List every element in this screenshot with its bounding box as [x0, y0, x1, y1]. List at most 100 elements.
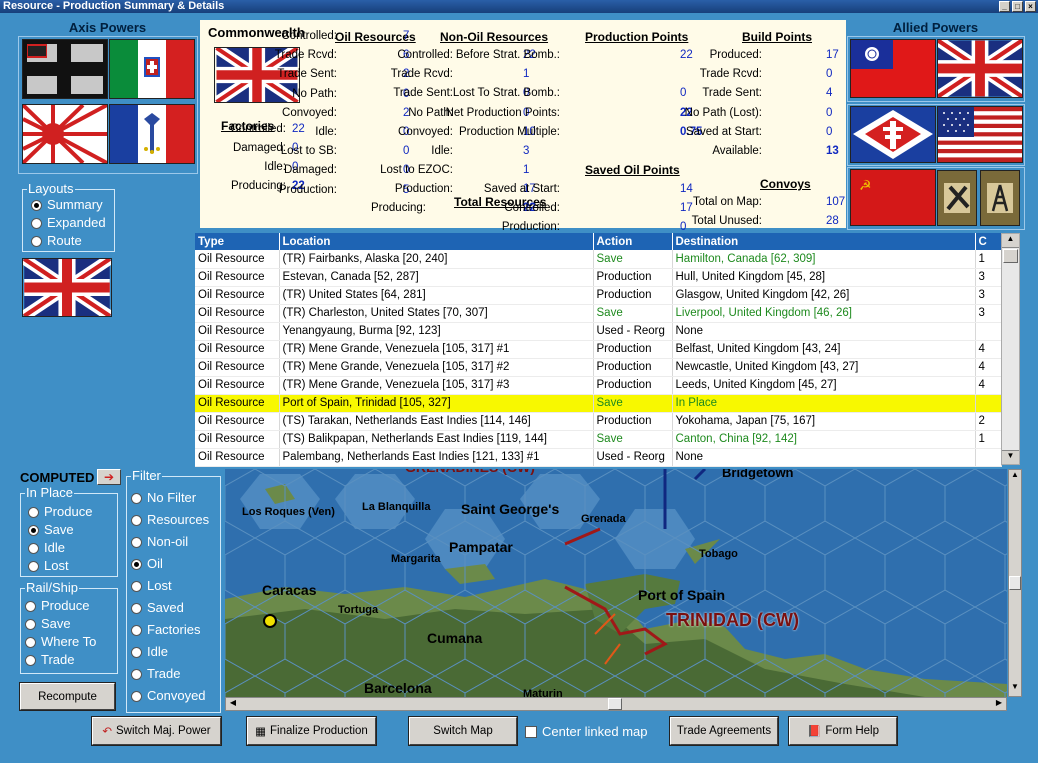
table-cell[interactable]: Production [593, 268, 673, 287]
map-scroll-right-icon[interactable]: ▶ [992, 698, 1006, 710]
italy-flag-icon[interactable] [109, 39, 195, 99]
table-cell[interactable]: 4 [975, 340, 1002, 359]
trade-agreements-button[interactable]: Trade Agreements [670, 717, 778, 745]
railship-radio-1[interactable]: Save [25, 616, 71, 632]
inplace-radio-0[interactable]: Produce [28, 504, 92, 520]
table-cell[interactable]: Port of Spain, Trinidad [105, 327] [279, 394, 594, 413]
table-cell[interactable]: None [672, 448, 976, 467]
table-cell[interactable]: Hull, United Kingdom [45, 28] [672, 268, 976, 287]
map-scroll-down-icon[interactable]: ▼ [1009, 682, 1021, 696]
scroll-thumb[interactable] [1003, 249, 1018, 263]
table-cell[interactable]: None [672, 322, 976, 341]
table-cell[interactable]: In Place [672, 394, 976, 413]
table-cell[interactable]: Yokohama, Japan [75, 167] [672, 412, 976, 431]
table-cell[interactable]: Production [593, 376, 673, 395]
table-cell[interactable]: Estevan, Canada [52, 287] [279, 268, 594, 287]
table-cell[interactable]: 4 [975, 376, 1002, 395]
railship-radio-0[interactable]: Produce [25, 598, 89, 614]
checkbox-box[interactable] [525, 726, 537, 738]
vichy-france-flag-icon[interactable] [109, 104, 195, 164]
table-cell[interactable]: Yenangyaung, Burma [92, 123] [279, 322, 594, 341]
computed-arrow-icon[interactable]: ➔ [97, 469, 121, 485]
oil-derrick-icon[interactable] [980, 170, 1020, 226]
table-cell[interactable]: (TR) Mene Grande, Venezuela [105, 317] #… [279, 376, 594, 395]
table-cell[interactable]: Oil Resource [195, 358, 280, 377]
table-cell[interactable] [975, 448, 1002, 467]
table-cell[interactable]: Oil Resource [195, 304, 280, 323]
table-cell[interactable]: Oil Resource [195, 268, 280, 287]
table-cell[interactable]: Glasgow, United Kingdom [42, 26] [672, 286, 976, 305]
inplace-radio-3[interactable]: Lost [28, 558, 69, 574]
map-scroll-up-icon[interactable]: ▲ [1009, 470, 1021, 484]
table-row[interactable]: Oil Resource (TR) Mene Grande, Venezuela … [195, 376, 1002, 395]
table-row[interactable]: Oil Resource (TR) Charleston, United Stat… [195, 304, 1002, 323]
switch-power-button[interactable]: ↶ Switch Maj. Power [92, 717, 221, 745]
layout-summary-radio[interactable]: Summary [31, 197, 103, 213]
scroll-down-icon[interactable]: ▼ [1002, 450, 1019, 464]
form-help-button[interactable]: 📕 Form Help [789, 717, 897, 745]
col-location-header[interactable]: Location [279, 233, 594, 250]
close-icon[interactable]: × [1025, 1, 1036, 12]
map-hscrollbar[interactable]: ◀ ▶ [225, 697, 1007, 711]
free-france-flag-icon[interactable] [850, 106, 936, 163]
minimize-icon[interactable]: _ [999, 1, 1010, 12]
table-cell[interactable]: (TR) Mene Grande, Venezuela [105, 317] #… [279, 340, 594, 359]
radio-icon[interactable] [25, 654, 36, 666]
table-cell[interactable]: Oil Resource [195, 340, 280, 359]
layout-expanded-radio[interactable]: Expanded [31, 215, 106, 231]
radio-icon[interactable] [25, 636, 36, 648]
filter-radio-9[interactable]: Convoyed [131, 688, 206, 704]
filter-radio-0[interactable]: No Filter [131, 490, 196, 506]
radio-icon[interactable] [131, 580, 142, 592]
table-cell[interactable]: Oil Resource [195, 376, 280, 395]
germany-flag-icon[interactable] [22, 39, 108, 99]
finalize-production-button[interactable]: ▦ Finalize Production [247, 717, 376, 745]
table-cell[interactable]: 3 [975, 286, 1002, 305]
filter-radio-5[interactable]: Saved [131, 600, 184, 616]
table-cell[interactable]: Oil Resource [195, 394, 280, 413]
table-cell[interactable]: Oil Resource [195, 448, 280, 467]
table-cell[interactable]: 1 [975, 430, 1002, 449]
table-row[interactable]: Oil Resource Palembang, Netherlands East … [195, 448, 1002, 467]
radio-icon[interactable] [131, 668, 142, 680]
table-cell[interactable]: 3 [975, 268, 1002, 287]
map-vscrollbar[interactable]: ▲ ▼ [1008, 469, 1022, 697]
col-destination-header[interactable]: Destination [672, 233, 976, 250]
filter-radio-8[interactable]: Trade [131, 666, 180, 682]
table-row[interactable]: Oil Resource (TS) Tarakan, Netherlands Ea… [195, 412, 1002, 431]
china-flag-icon[interactable] [850, 39, 936, 98]
table-cell[interactable]: Liverpool, United Kingdom [46, 26] [672, 304, 976, 323]
table-cell[interactable]: Canton, China [92, 142] [672, 430, 976, 449]
table-cell[interactable] [975, 394, 1002, 413]
map-vscroll-thumb[interactable] [1009, 576, 1021, 590]
table-cell[interactable]: (TR) Charleston, United States [70, 307] [279, 304, 594, 323]
table-cell[interactable]: Newcastle, United Kingdom [43, 27] [672, 358, 976, 377]
table-cell[interactable]: Belfast, United Kingdom [43, 24] [672, 340, 976, 359]
table-row[interactable]: Oil Resource (TR) Mene Grande, Venezuela … [195, 340, 1002, 359]
filter-radio-3[interactable]: Oil [131, 556, 163, 572]
map-view[interactable]: Bridgetown Los Roques (Ven) La Blanquilla S… [225, 469, 1007, 697]
table-row[interactable]: Oil Resource (TS) Balikpapan, Netherlands… [195, 430, 1002, 449]
table-cell[interactable]: Save [593, 430, 673, 449]
radio-icon[interactable] [28, 560, 39, 572]
table-cell[interactable]: Save [593, 250, 673, 269]
radio-icon[interactable] [131, 492, 142, 504]
mines-tool-icon[interactable] [937, 170, 977, 226]
railship-radio-2[interactable]: Where To [25, 634, 96, 650]
map-hscroll-thumb[interactable] [608, 698, 622, 710]
table-row[interactable]: Oil Resource (TR) United States [64, 281]… [195, 286, 1002, 305]
table-cell[interactable]: Production [593, 340, 673, 359]
radio-icon[interactable] [131, 514, 142, 526]
table-cell[interactable]: Hamilton, Canada [62, 309] [672, 250, 976, 269]
col-action-header[interactable]: Action [593, 233, 673, 250]
radio-icon[interactable] [131, 558, 142, 570]
table-cell[interactable]: Palembang, Netherlands East Indies [121,… [279, 448, 594, 467]
col-type-header[interactable]: Type [195, 233, 280, 250]
radio-icon[interactable] [28, 506, 39, 518]
radio-icon[interactable] [131, 536, 142, 548]
inplace-radio-2[interactable]: Idle [28, 540, 65, 556]
table-cell[interactable]: 2 [975, 412, 1002, 431]
table-row[interactable]: Oil Resource Yenangyaung, Burma [92, 123]… [195, 322, 1002, 341]
table-cell[interactable]: (TS) Tarakan, Netherlands East Indies [1… [279, 412, 594, 431]
table-cell[interactable]: (TR) Fairbanks, Alaska [20, 240] [279, 250, 594, 269]
